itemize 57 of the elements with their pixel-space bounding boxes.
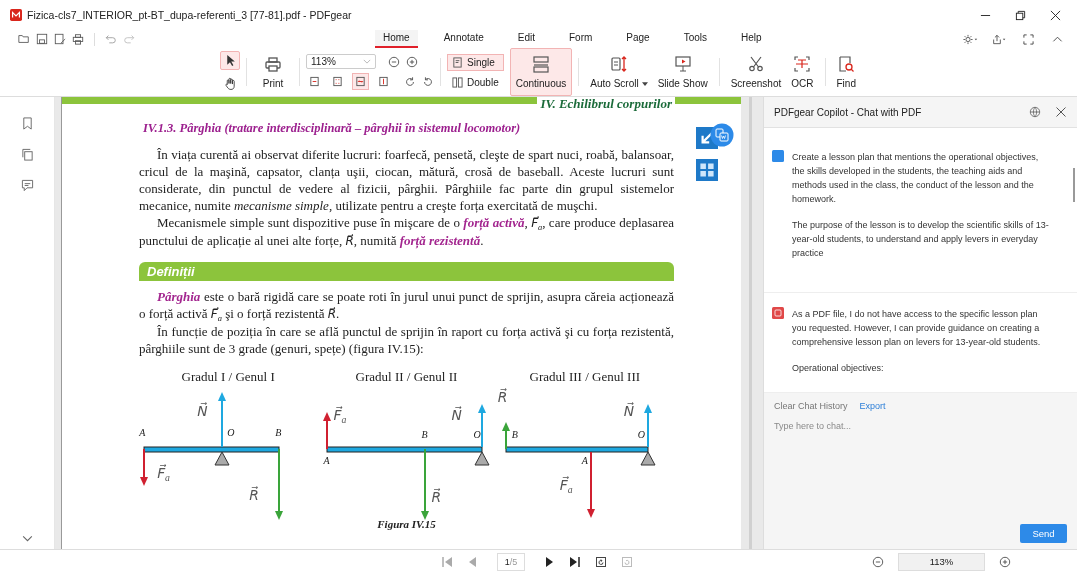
menu-tab[interactable]: Annotate [435, 30, 492, 48]
export-link[interactable]: Export [859, 401, 886, 411]
force-label: F⃗$_{a}$ [157, 465, 170, 481]
point-label: O [473, 429, 481, 440]
point-label: O [637, 429, 646, 440]
clear-history-link[interactable]: Clear Chat History [774, 401, 848, 411]
force-label: R⃗ [431, 489, 442, 505]
force-label: R⃗ [249, 487, 259, 503]
paragraph: Mecanismele simple sunt dispozitive puse în mişcare de o forță activă, F⃗$_{a}$, care produce deplasarea punctului de aplicație al unei alte forțe, R⃗, numită forță rezistentă. [139, 214, 674, 250]
paragraph: În viața curentă ai observat diferite lucruri: foarfecă, pensetă, cleşte de spart nuci, roabă, balansoar, cricul de la maşină, capsator, clanța uşii, ciocan, mătură, crosă de baseball. Aceste lucruri sunt considerate, din punctul de vedere al fizicii, pârghii. Pârghiile fac parte din grupul sistemelor mecanice, numite mecanisme simple, utilizate pentru a creşte forța exercitată de muşchi. [139, 146, 674, 214]
chapter-title: IV. Echilibrul corpurilor [537, 97, 675, 112]
figure-caption: Figura IV.15 [376, 518, 437, 530]
zoom-combo[interactable]: 113% [306, 54, 376, 69]
zoom-field[interactable]: 113% [898, 553, 985, 571]
paragraph: Pârghia este o bară rigidă care se poate roti în jurul unui punct de sprijin, asupra căreia acționează o forță activă F⃗$_{a}$ şi o forță rezistentă R⃗. [139, 288, 674, 323]
chat-message-text: Create a lesson plan that mentions the operational objectives, the skills developed in the students, the teaching aids and methods used in the class, the conduct of the lesson and the homework. [792, 151, 1040, 206]
figure-title: Gradul III / Genul III [529, 369, 641, 385]
window-title: Fizica-cls7_INTERIOR_pt-BT_dupa-referenti_3 [77-81].pdf - PDFgear [27, 9, 352, 21]
print-button[interactable]: Print [253, 48, 293, 96]
menu-tab[interactable]: Tools [675, 30, 716, 48]
figure-title: Gradul I / Genul I [181, 369, 275, 385]
page-number-field[interactable]: 1/5 [497, 553, 525, 571]
auto-scroll-button[interactable]: Auto Scroll [585, 48, 653, 96]
force-label: N⃗ [623, 403, 635, 419]
section-heading: IV.1.3. Pârghia (tratare interdisciplinară – pârghii în sistemul locomotor) [143, 121, 522, 136]
menu-tab[interactable]: Form [560, 30, 601, 48]
point-label: B [421, 429, 428, 440]
force-label: N⃗ [451, 407, 462, 423]
definitions-header: Definiții [139, 262, 674, 281]
force-label: R⃗ [497, 389, 508, 405]
chat-message-text: As a PDF file, I do not have access to the specific lesson plan you requested. However, I can provide guidance on creating a comprehensive lesson plan on levers for 13-year-old students. [792, 308, 1042, 349]
force-label: N⃗ [197, 403, 208, 419]
point-label: B [275, 427, 282, 438]
find-button[interactable]: Find [831, 48, 861, 96]
send-button[interactable]: Send [1020, 524, 1067, 543]
ocr-button[interactable]: OCR [786, 48, 819, 96]
slide-show-button[interactable]: Slide Show [652, 48, 713, 96]
chat-message-text: The purpose of the lesson is to develop the scientific skills of 13-year-old students, to understand and apply levers in everyday practice [792, 219, 1050, 260]
continuous-button[interactable]: Continuous [509, 48, 573, 96]
paragraph: În funcție de poziția în care se află punctul de sprijin în raport cu forța activă şi cu forța rezistentă, pârghiile sunt de 3 grade (genuri, spețe) (figura IV.15): [139, 323, 674, 357]
page-layout-button[interactable]: Double [447, 73, 504, 91]
menu-tab[interactable]: Home [375, 30, 418, 48]
figure-title: Gradul II / Genul II [355, 369, 458, 385]
point-label: A [139, 427, 146, 438]
force-label: F⃗$_{a}$ [333, 407, 347, 423]
chat-title: PDFgear Copilot - Chat with PDF [774, 106, 923, 118]
point-label: O [227, 427, 235, 438]
chat-message-text: Operational objectives: [792, 362, 885, 375]
point-label: A [581, 455, 588, 466]
point-label: A [323, 455, 330, 466]
menu-tab[interactable]: Page [618, 30, 658, 48]
page-layout-button[interactable]: Single [447, 53, 504, 71]
menu-tab[interactable]: Edit [509, 30, 543, 48]
screenshot-button[interactable]: Screenshot [725, 48, 787, 96]
force-label: F⃗$_{a}$ [559, 477, 573, 493]
menu-tab[interactable]: Help [733, 30, 770, 48]
point-label: B [511, 429, 518, 440]
